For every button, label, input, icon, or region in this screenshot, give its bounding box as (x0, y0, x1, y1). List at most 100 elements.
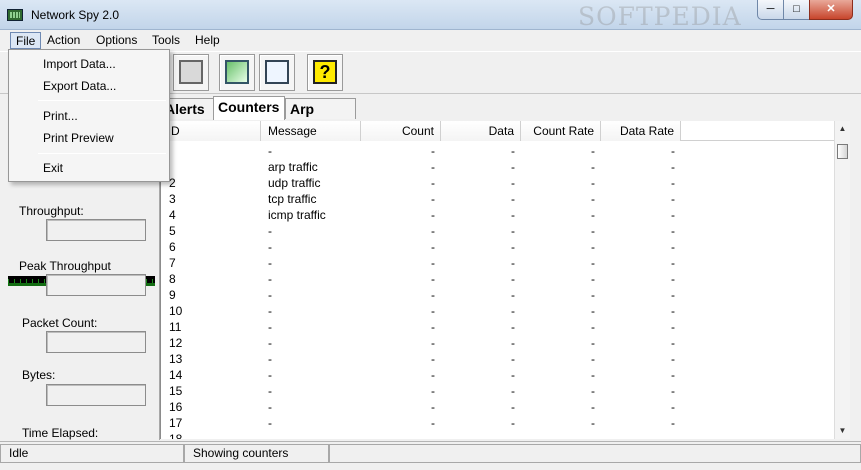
table-cell: 15 (169, 384, 183, 398)
table-cell: tcp traffic (268, 192, 317, 206)
maximize-button[interactable]: □ (783, 0, 810, 20)
column-id[interactable]: D (161, 121, 261, 141)
table-cell: - (431, 240, 435, 254)
table-cell: 14 (169, 368, 183, 382)
table-row[interactable]: 14 - - - - - (161, 367, 849, 383)
table-row[interactable]: 2 udp traffic - - - - (161, 175, 849, 191)
table-cell: - (511, 400, 515, 414)
time-elapsed-label: Time Elapsed: (22, 426, 99, 440)
table-cell: - (591, 160, 595, 174)
title-bar: Network Spy 2.0 SOFTPEDIA ─ □ ✕ (0, 0, 861, 31)
table-row[interactable]: 4 icmp traffic - - - - (161, 207, 849, 223)
menu-exit[interactable]: Exit (43, 161, 63, 175)
table-row[interactable]: 13 - - - - - (161, 351, 849, 367)
scroll-down-icon[interactable]: ▼ (837, 426, 848, 436)
table-cell: - (511, 256, 515, 270)
table-row[interactable]: 18 (161, 431, 849, 439)
table-cell: - (671, 192, 675, 206)
table-cell: 5 (169, 224, 176, 238)
table-row[interactable]: 8 - - - - - (161, 271, 849, 287)
table-cell: - (431, 192, 435, 206)
table-cell: - (591, 352, 595, 366)
table-cell: - (671, 352, 675, 366)
scroll-up-icon[interactable]: ▲ (837, 124, 848, 134)
table-cell: arp traffic (268, 160, 318, 174)
table-cell: - (268, 304, 272, 318)
table-row[interactable]: 15 - - - - - (161, 383, 849, 399)
report-button[interactable] (219, 54, 255, 91)
tab-arp-table[interactable]: Arp Table (285, 98, 356, 137)
table-cell: - (511, 176, 515, 190)
menu-tools[interactable]: Tools (147, 32, 185, 49)
table-row[interactable]: 10 - - - - - (161, 303, 849, 319)
table-cell: - (671, 208, 675, 222)
table-cell: - (591, 416, 595, 430)
table-cell: - (511, 368, 515, 382)
close-button[interactable]: ✕ (809, 0, 853, 20)
network-app-icon (7, 9, 23, 21)
table-cell: - (511, 208, 515, 222)
table-cell: - (671, 256, 675, 270)
table-cell: 2 (169, 176, 176, 190)
column-data[interactable]: Data (441, 121, 521, 141)
table-row[interactable]: 16 - - - - - (161, 399, 849, 415)
menu-print[interactable]: Print... (43, 109, 78, 123)
scroll-thumb[interactable] (837, 144, 848, 159)
table-cell (169, 159, 261, 175)
table-cell: 12 (169, 336, 183, 350)
column-count[interactable]: Count (361, 121, 441, 141)
list-button[interactable] (259, 54, 295, 91)
table-row[interactable]: ----- (161, 143, 849, 159)
table-cell: - (431, 160, 435, 174)
table-row[interactable]: 11 - - - - - (161, 319, 849, 335)
table-row[interactable]: 6 - - - - - (161, 239, 849, 255)
table-cell: 18 (169, 432, 183, 439)
table-cell: - (431, 416, 435, 430)
column-message[interactable]: Message (261, 121, 361, 141)
table-cell: 11 (169, 320, 182, 334)
menu-separator (38, 100, 166, 101)
table-cell: - (268, 144, 272, 158)
table-row[interactable]: arp traffic - - - - (161, 159, 849, 175)
menu-file[interactable]: File (10, 32, 42, 49)
table-cell: - (591, 368, 595, 382)
table-row[interactable]: 5 - - - - - (161, 223, 849, 239)
menu-action[interactable]: Action (42, 32, 85, 49)
table-cell: 8 (169, 272, 176, 286)
table-row[interactable]: 17 - - - - - (161, 415, 849, 431)
tab-counters[interactable]: Counters (213, 96, 285, 120)
column-count-rate[interactable]: Count Rate (521, 121, 601, 141)
status-bar: Idle Showing counters (0, 441, 861, 464)
menu-print-preview[interactable]: Print Preview (43, 131, 114, 145)
table-cell: - (268, 256, 272, 270)
table-cell: - (671, 176, 675, 190)
minimize-button[interactable]: ─ (757, 0, 784, 20)
table-cell: - (511, 224, 515, 238)
table-cell: - (671, 336, 675, 350)
help-button[interactable]: ? (307, 54, 343, 91)
table-row[interactable]: 12 - - - - - (161, 335, 849, 351)
menu-help[interactable]: Help (190, 32, 225, 49)
table-cell: icmp traffic (268, 208, 326, 222)
table-cell: - (431, 224, 435, 238)
table-cell: - (431, 400, 435, 414)
table-cell: - (511, 320, 515, 334)
table-cell: - (591, 384, 595, 398)
print-button[interactable] (173, 54, 209, 91)
table-cell: - (268, 288, 272, 302)
table-cell: - (511, 272, 515, 286)
column-data-rate[interactable]: Data Rate (601, 121, 681, 141)
table-cell: - (431, 176, 435, 190)
table-cell: - (591, 256, 595, 270)
table-row[interactable]: 9 - - - - - (161, 287, 849, 303)
table-row[interactable]: 7 - - - - - (161, 255, 849, 271)
table-cell: 16 (169, 400, 183, 414)
table-cell: - (268, 224, 272, 238)
menu-options[interactable]: Options (91, 32, 142, 49)
packet-count-field (46, 331, 146, 353)
vertical-scrollbar[interactable]: ▲ ▼ (834, 121, 850, 439)
menu-export-data[interactable]: Export Data... (43, 79, 116, 93)
menu-import-data[interactable]: Import Data... (43, 57, 116, 71)
table-cell: - (591, 192, 595, 206)
table-row[interactable]: 3 tcp traffic - - - - (161, 191, 849, 207)
